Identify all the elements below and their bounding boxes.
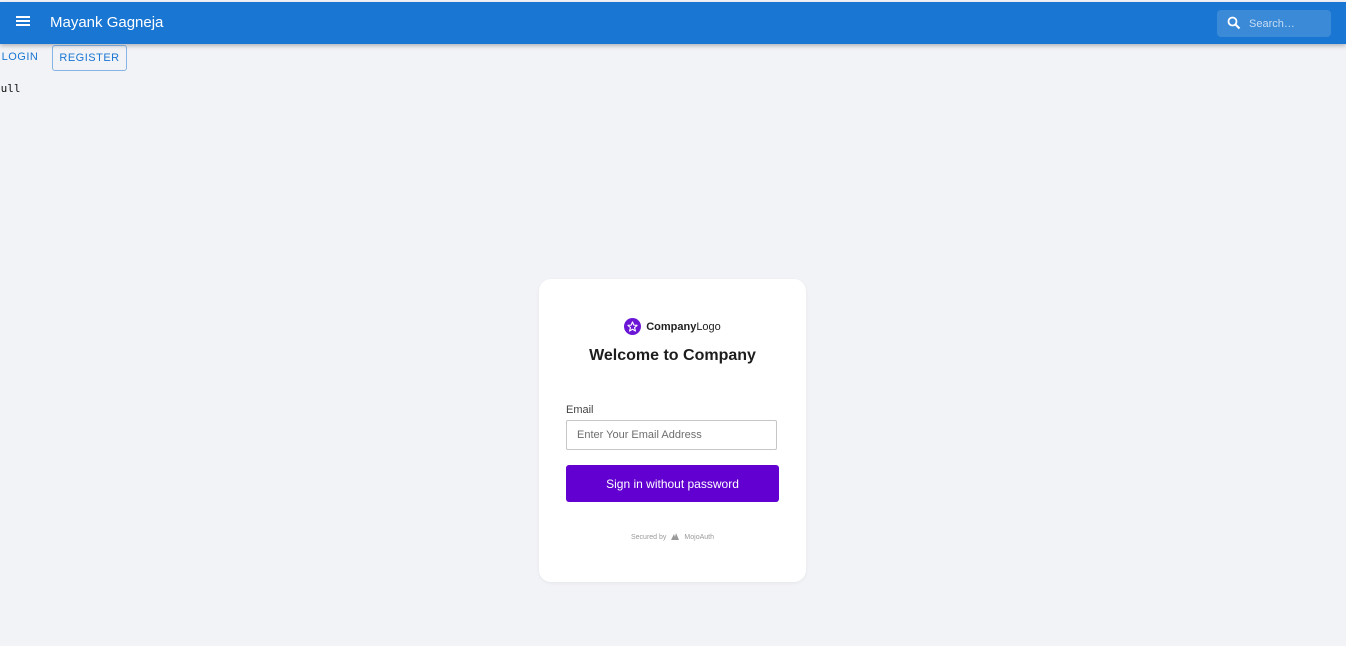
debug-null-text: null — [0, 82, 21, 95]
login-button[interactable]: LOGIN — [0, 45, 40, 69]
logo-text: CompanyLogo — [646, 321, 721, 333]
hamburger-menu-icon — [16, 14, 30, 32]
email-label: Email — [566, 404, 594, 416]
app-title: Mayank Gagneja — [50, 14, 164, 31]
menu-button[interactable] — [8, 8, 38, 38]
star-badge-icon — [624, 318, 642, 335]
app-bar: Mayank Gagneja — [0, 2, 1346, 44]
login-card: CompanyLogo Welcome to Company Email Sig… — [539, 279, 806, 582]
logo-text-regular: Logo — [696, 320, 721, 333]
secured-by-text: Secured by — [631, 534, 667, 541]
register-button[interactable]: REGISTER — [52, 45, 127, 71]
mojoauth-logo-icon — [670, 532, 680, 543]
search-box[interactable] — [1217, 10, 1331, 37]
page: Mayank Gagneja LOGIN REGISTER null Compa… — [0, 0, 1346, 646]
company-logo: CompanyLogo — [539, 318, 806, 335]
sign-in-button[interactable]: Sign in without password — [566, 465, 779, 502]
secured-by-footer: Secured by MojoAuth — [539, 532, 806, 543]
welcome-heading: Welcome to Company — [589, 347, 756, 364]
mojoauth-brand[interactable]: MojoAuth — [684, 534, 714, 541]
email-field[interactable] — [566, 420, 777, 450]
search-input[interactable] — [1249, 10, 1327, 37]
search-icon — [1227, 16, 1241, 30]
logo-text-bold: Company — [646, 320, 697, 333]
